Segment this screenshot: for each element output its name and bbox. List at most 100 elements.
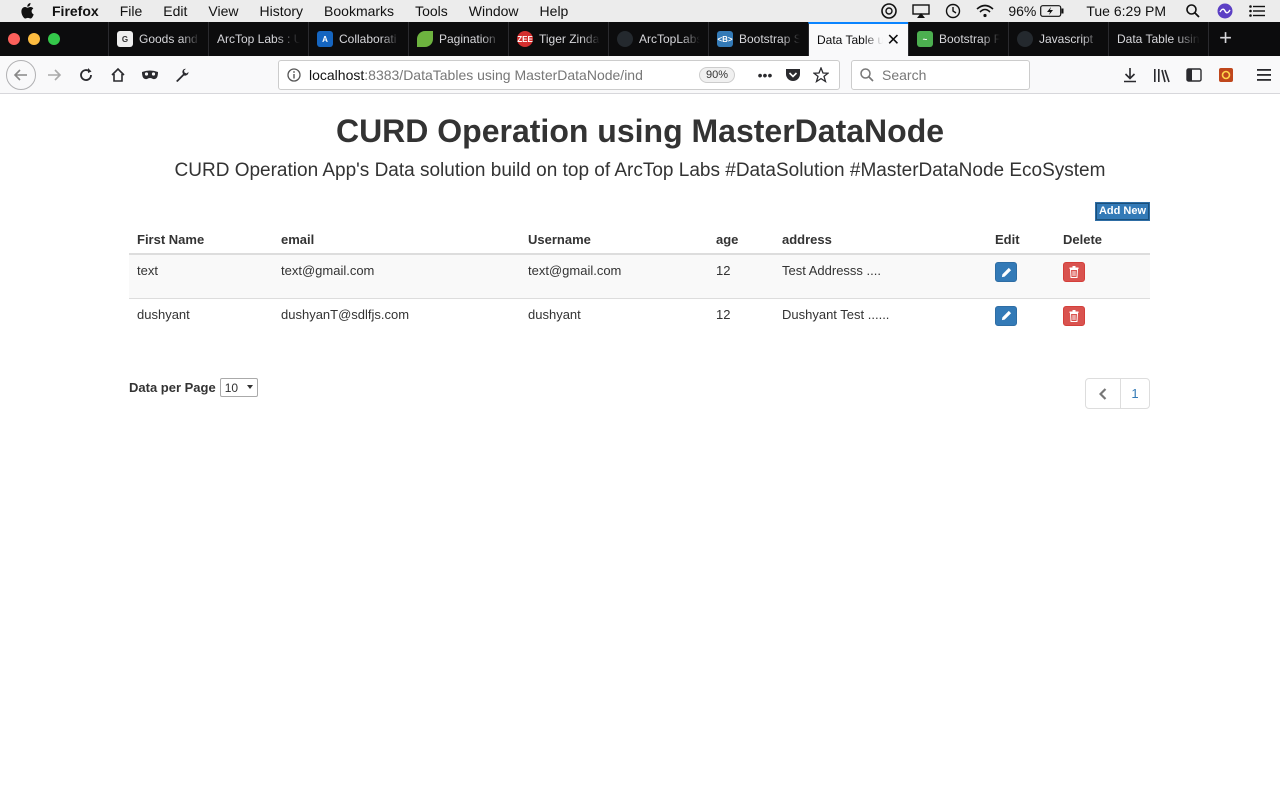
developer-tools-button[interactable] [166,59,198,91]
menu-help[interactable]: Help [540,3,569,19]
page-title: CURD Operation using MasterDataNode [335,113,945,149]
tab-label: Goods and [139,32,198,46]
header-delete: Delete [1055,226,1150,255]
cell-address: Test Addresss .... [774,253,987,298]
delete-button[interactable] [1063,262,1085,282]
extension-icon[interactable] [1210,67,1242,83]
tab-label: Data Table usin [1117,32,1200,46]
menu-bookmarks[interactable]: Bookmarks [324,3,394,19]
edit-button[interactable] [995,305,1017,326]
header-edit: Edit [987,226,1055,255]
home-button[interactable] [102,59,134,91]
add-new-button[interactable]: Add New [1095,202,1150,221]
tab-label: Data Table u [817,33,883,47]
new-tab-button[interactable]: + [1208,22,1242,56]
cell-age: 12 [708,253,774,298]
tab-tiger-zinda[interactable]: ZEE Tiger Zinda [508,22,608,56]
zoom-window-button[interactable] [48,33,60,45]
aperture-icon[interactable] [880,3,898,19]
header-first-name[interactable]: First Name [129,226,273,255]
menu-view[interactable]: View [208,3,238,19]
address-bar[interactable]: localhost:8383/DataTables using MasterDa… [278,60,840,90]
menu-window[interactable]: Window [469,3,519,19]
header-username[interactable]: Username [520,226,708,255]
site-info-icon[interactable] [279,68,309,82]
menu-tools[interactable]: Tools [415,3,448,19]
sidebar-icon[interactable] [1178,68,1210,82]
tab-javascript[interactable]: Javascript [1008,22,1108,56]
wifi-icon[interactable] [976,4,994,18]
tab-collaboration[interactable]: A Collaborati [308,22,408,56]
per-page-control: Data per Page 10 [129,378,258,397]
cell-first-name: text [129,253,273,298]
header-address[interactable]: address [774,226,987,255]
time-machine-icon[interactable] [944,3,962,19]
tab-label: Bootstrap F [939,32,1000,46]
bootstrap-icon: <B> [717,31,733,47]
macos-menu-bar: Firefox File Edit View History Bookmarks… [0,0,1280,22]
home-icon [111,67,125,82]
url-text[interactable]: localhost:8383/DataTables using MasterDa… [309,67,693,83]
search-bar[interactable]: Search [851,60,1030,90]
menu-edit[interactable]: Edit [163,3,187,19]
table-header-row: First Name email Username age address Ed… [129,226,1150,255]
tab-arctop-labs[interactable]: ArcTop Labs : U [208,22,308,56]
per-page-select[interactable]: 10 [219,378,258,397]
tab-bootstrap-f[interactable]: ~ Bootstrap F [908,22,1008,56]
table-row: text text@gmail.com text@gmail.com 12 Te… [129,253,1150,298]
apple-icon[interactable] [20,3,34,19]
menu-history[interactable]: History [259,3,303,19]
table-row: dushyant dushyanT@sdlfjs.com dushyant 12… [129,297,1150,342]
spotlight-search-icon[interactable] [1184,4,1202,18]
reload-button[interactable] [70,59,102,91]
hamburger-menu-icon[interactable] [1248,68,1280,82]
header-age[interactable]: age [708,226,774,255]
tab-data-table-using[interactable]: Data Table usin [1108,22,1208,56]
tab-bootstrap-s[interactable]: <B> Bootstrap S [708,22,808,56]
tab-data-table-active[interactable]: Data Table u ✕ [808,22,908,56]
page-actions-icon[interactable]: ••• [751,67,779,83]
trash-icon [1069,309,1079,322]
forward-button[interactable] [38,59,70,91]
downloads-icon[interactable] [1114,67,1146,83]
dropdown-caret-icon [246,385,253,389]
cell-username: text@gmail.com [520,253,708,298]
cell-age: 12 [708,297,774,342]
tab-pagination[interactable]: Pagination [408,22,508,56]
edit-button[interactable] [995,262,1017,282]
airplay-icon[interactable] [912,4,931,18]
cell-email: text@gmail.com [273,253,520,298]
tab-label: Tiger Zinda [539,32,600,46]
close-window-button[interactable] [8,33,20,45]
github-icon [617,31,633,47]
zee-icon: ZEE [517,31,533,47]
page-number-button[interactable]: 1 [1120,378,1150,409]
delete-button[interactable] [1063,305,1085,326]
tab-label: Bootstrap S [739,32,800,46]
menu-file[interactable]: File [120,3,143,19]
search-input[interactable]: Search [882,67,926,83]
library-icon[interactable] [1146,67,1178,83]
private-browsing-button[interactable] [134,59,166,91]
page-subtitle: CURD Operation App's Data solution build… [174,160,1106,181]
tab-goods-and[interactable]: G Goods and [108,22,208,56]
close-tab-icon[interactable]: ✕ [887,30,900,50]
url-path: :8383/DataTables using MasterDataNode/in… [364,67,643,83]
zoom-level-badge[interactable]: 90% [699,67,736,83]
pocket-icon[interactable] [779,68,807,82]
tab-label: Javascript [1039,32,1094,46]
bookmark-star-icon[interactable] [807,67,835,83]
clock[interactable]: Tue 6:29 PM [1086,3,1166,19]
header-email[interactable]: email [273,226,520,255]
previous-page-button[interactable] [1085,378,1121,409]
minimize-window-button[interactable] [28,33,40,45]
tab-arctoplabs-github[interactable]: ArcTopLabs [608,22,708,56]
cell-edit [987,297,1055,342]
siri-icon[interactable] [1216,3,1234,19]
browser-nav-bar: localhost:8383/DataTables using MasterDa… [0,56,1280,94]
menu-app-name[interactable]: Firefox [52,3,99,19]
data-table: First Name email Username age address Ed… [129,226,1150,342]
notification-center-icon[interactable] [1248,4,1266,18]
battery-icon[interactable] [1040,4,1064,18]
back-button[interactable] [6,59,36,90]
